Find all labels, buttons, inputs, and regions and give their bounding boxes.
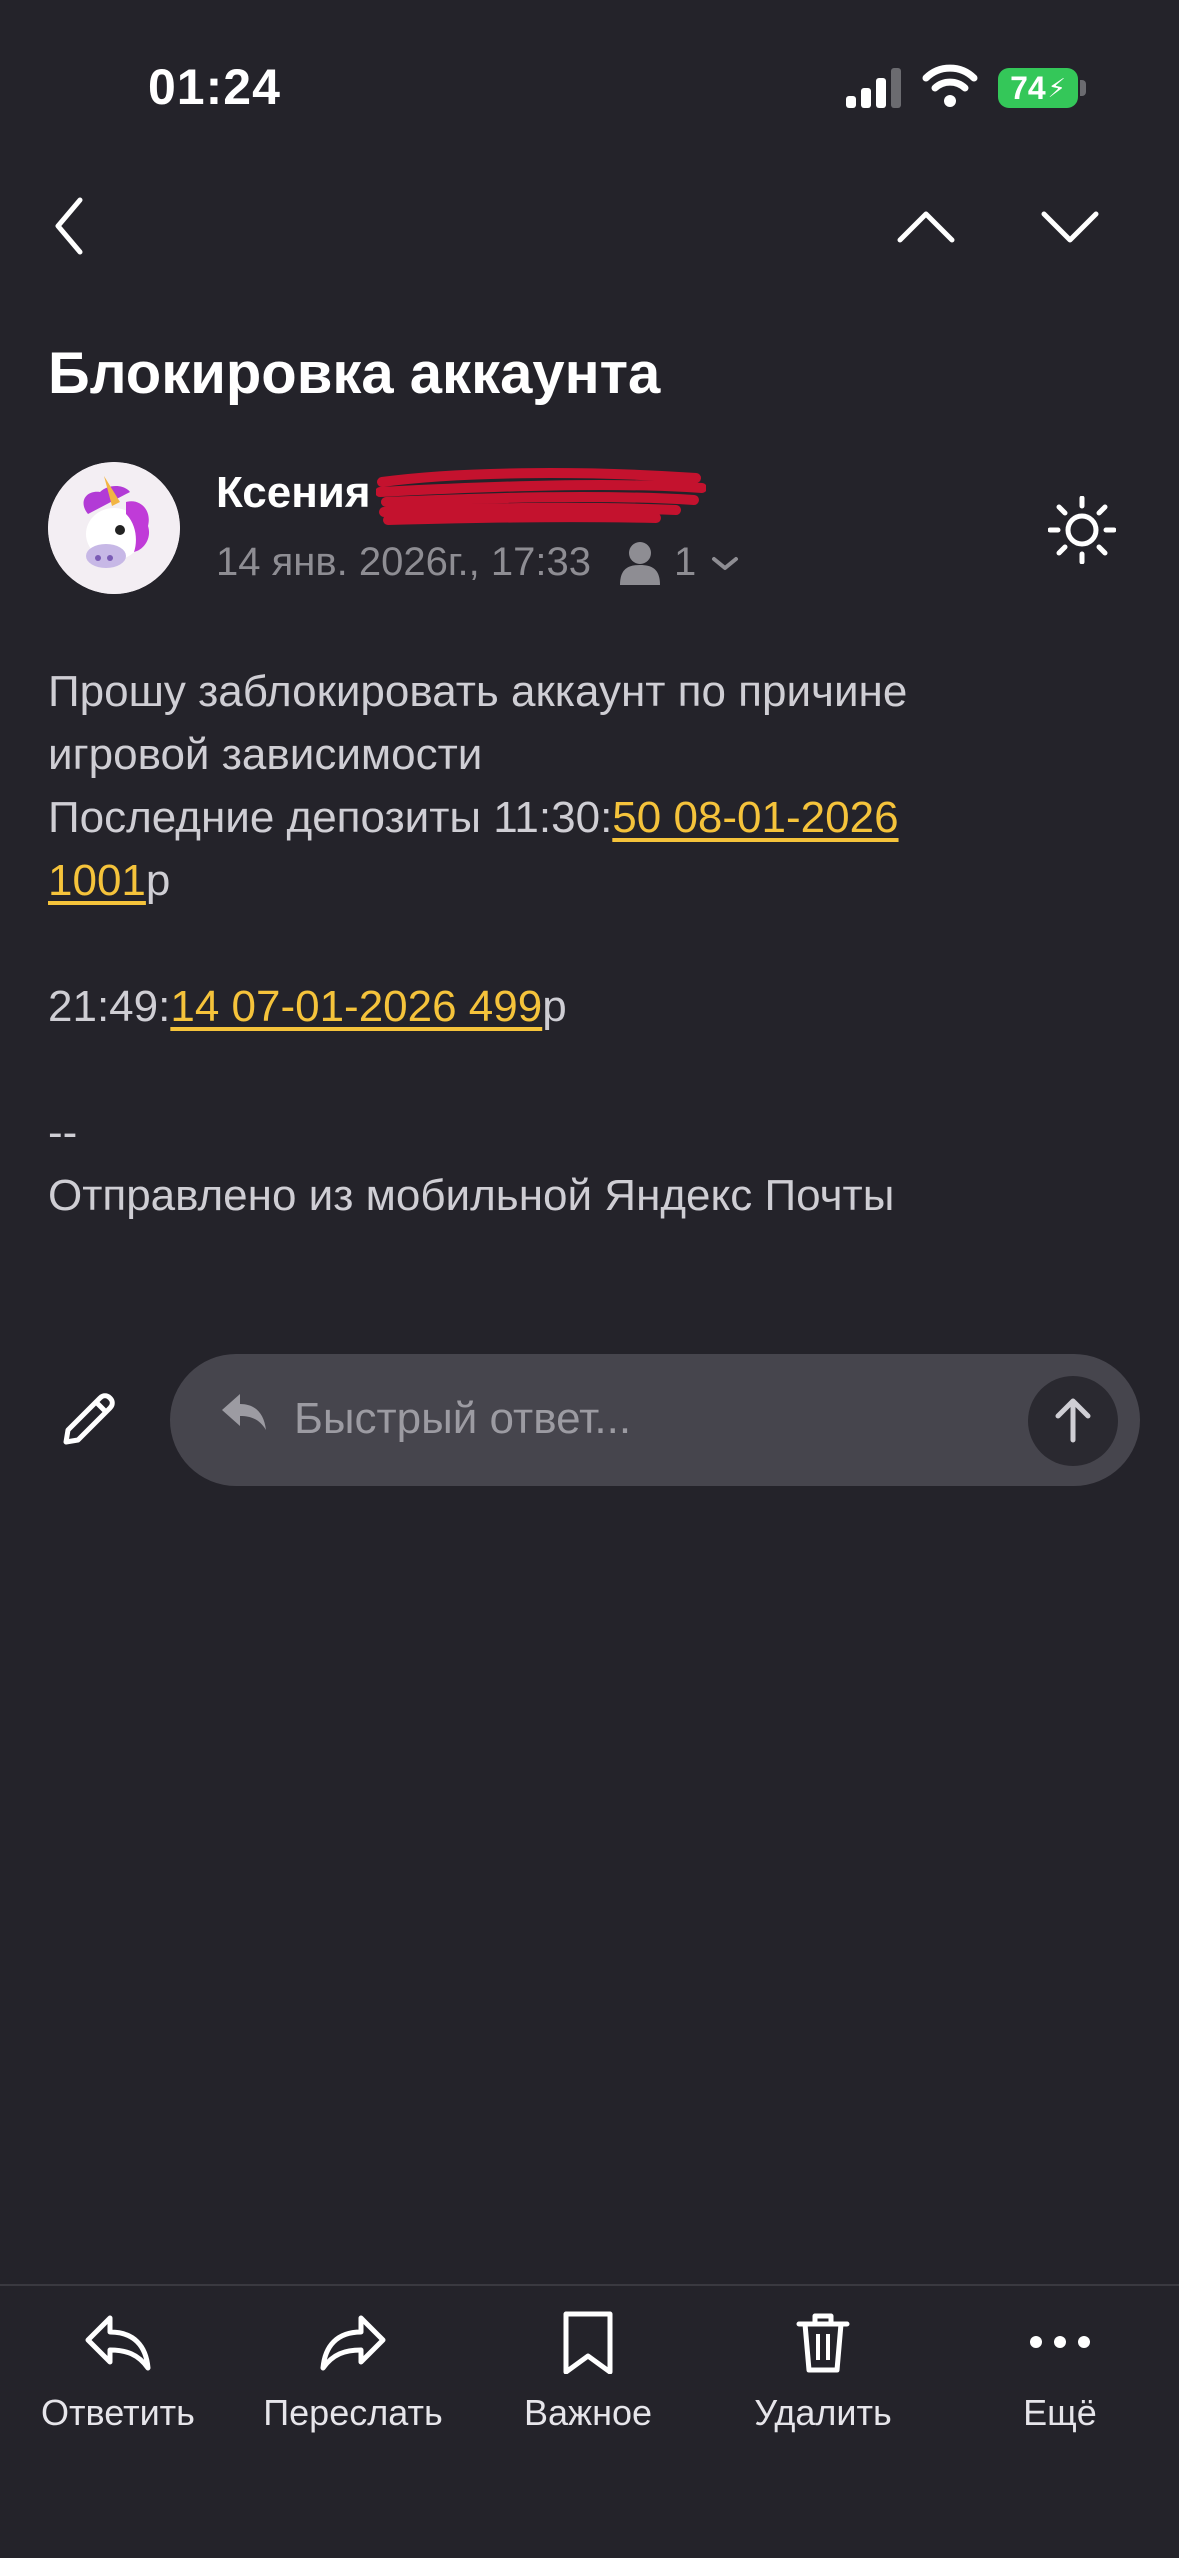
important-button[interactable]: Важное xyxy=(488,2310,688,2434)
compose-pencil-icon[interactable] xyxy=(56,1388,120,1452)
forward-icon xyxy=(320,2315,386,2371)
body-line: 1001р xyxy=(48,849,1128,912)
body-spacer xyxy=(48,912,1128,975)
email-body: Прошу заблокировать аккаунт по причине и… xyxy=(48,660,1128,1227)
important-label: Важное xyxy=(523,2392,653,2433)
body-text: р xyxy=(145,856,171,905)
reply-arrow-icon xyxy=(222,1394,266,1430)
forward-label: Переслать xyxy=(263,2392,443,2433)
forward-button[interactable]: Переслать xyxy=(253,2310,453,2434)
delete-button[interactable]: Удалить xyxy=(723,2310,923,2434)
cellular-signal-icon xyxy=(846,68,901,108)
body-line: Последние депозиты 11:30:50 08-01-2026 xyxy=(48,786,1128,849)
wifi-icon xyxy=(922,64,978,107)
send-button[interactable] xyxy=(1028,1376,1118,1466)
person-icon xyxy=(620,541,660,585)
quick-reply-placeholder[interactable]: Быстрый ответ... xyxy=(294,1394,631,1444)
previous-email-icon[interactable] xyxy=(896,206,956,246)
battery-level: 74 xyxy=(1010,69,1046,106)
theme-toggle-sun-icon[interactable] xyxy=(1048,496,1116,564)
bookmark-icon xyxy=(563,2311,613,2374)
body-text: Последние депозиты 11:30: xyxy=(48,793,613,842)
recipients-toggle[interactable]: 1 xyxy=(620,540,740,585)
reply-icon xyxy=(85,2315,151,2371)
sender-name[interactable]: Ксения xyxy=(216,468,371,518)
email-subject: Блокировка аккаунта xyxy=(48,341,661,406)
body-text: 21:49: xyxy=(48,982,171,1031)
body-line: игровой зависимости xyxy=(48,730,483,779)
signature-separator: -- xyxy=(48,1108,78,1157)
back-icon[interactable] xyxy=(50,196,90,256)
reply-button[interactable]: Ответить xyxy=(18,2310,218,2434)
phone-link[interactable]: 50 08-01-2026 xyxy=(612,793,898,842)
next-email-icon[interactable] xyxy=(1040,206,1100,246)
unicorn-avatar-icon xyxy=(48,462,180,594)
body-line: Прошу заблокировать аккаунт по причине xyxy=(48,667,908,716)
redaction-scribble xyxy=(376,468,706,525)
battery-tip xyxy=(1080,80,1086,96)
arrow-up-icon xyxy=(1055,1398,1091,1443)
status-time: 01:24 xyxy=(148,59,281,115)
recipients-count: 1 xyxy=(674,540,697,584)
trash-icon xyxy=(796,2313,850,2373)
body-line: 21:49:14 07-01-2026 499р xyxy=(48,975,1128,1038)
more-button[interactable]: Ещё xyxy=(960,2310,1160,2434)
more-dots-icon xyxy=(1030,2336,1090,2348)
email-date: 14 янв. 2026г., 17:33 xyxy=(216,540,591,584)
reply-label: Ответить xyxy=(41,2392,195,2433)
battery-indicator: 74 ⚡ xyxy=(998,68,1078,108)
chevron-down-icon xyxy=(712,556,739,570)
signature: Отправлено из мобильной Яндекс Почты xyxy=(48,1171,895,1220)
phone-link[interactable]: 1001 xyxy=(48,856,146,905)
sender-avatar[interactable] xyxy=(48,462,180,594)
charging-bolt-icon: ⚡ xyxy=(1047,72,1066,103)
more-label: Ещё xyxy=(1023,2392,1097,2433)
body-text: р xyxy=(542,982,567,1031)
phone-link[interactable]: 14 07-01-2026 499 xyxy=(170,982,542,1031)
delete-label: Удалить xyxy=(754,2392,892,2433)
body-spacer xyxy=(48,1038,1128,1101)
